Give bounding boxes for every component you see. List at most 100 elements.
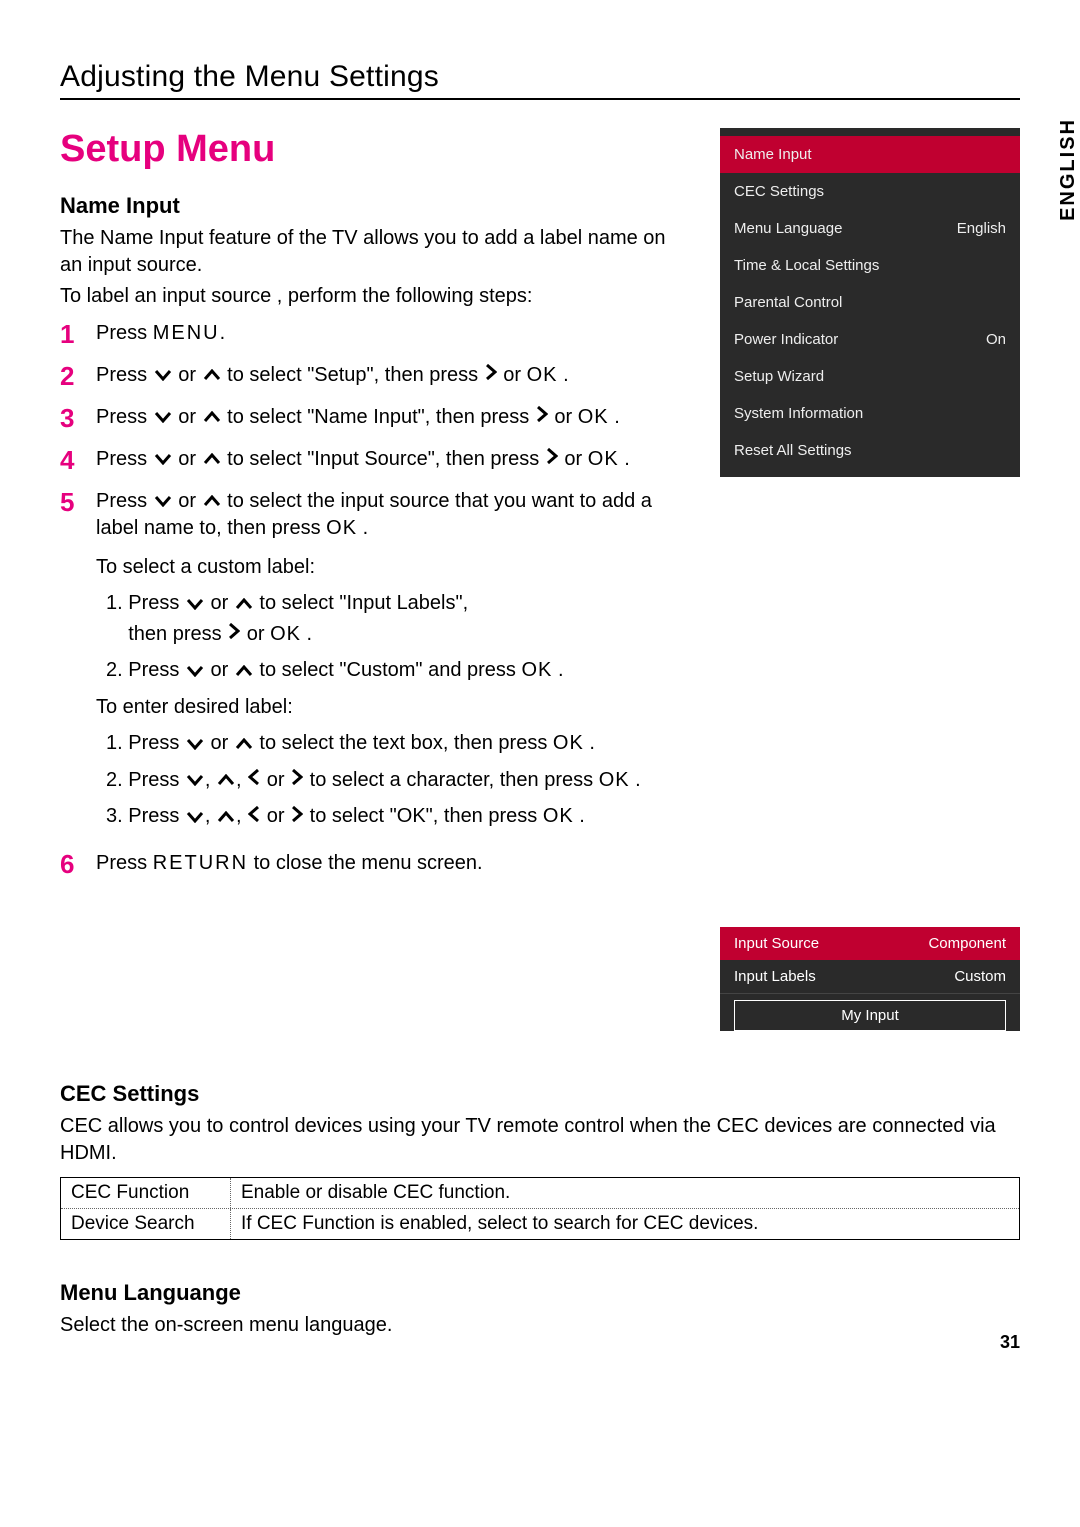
step-num: 5 <box>60 488 96 839</box>
text: or <box>173 448 202 470</box>
menu-row-label: Power Indicator <box>734 331 838 348</box>
custom-label-title: To select a custom label: <box>96 552 690 582</box>
text: or <box>173 490 202 512</box>
chevron-down-icon <box>186 729 204 759</box>
chevron-left-icon <box>248 802 260 832</box>
text: Press <box>96 448 153 470</box>
ok-key: OK <box>270 623 301 645</box>
ok-key: OK <box>326 517 357 539</box>
step-3: 3 Press or to select "Name Input", then … <box>60 404 690 434</box>
text: to select "Setup", then press <box>222 364 484 386</box>
step-6: 6 Press RETURN to close the menu screen. <box>60 850 690 880</box>
desired-label-title: To enter desired label: <box>96 692 690 722</box>
text: . <box>552 659 563 681</box>
cec-table: CEC FunctionEnable or disable CEC functi… <box>60 1177 1020 1240</box>
menu-row: Menu LanguageEnglish <box>720 210 1020 247</box>
main-title: Setup Menu <box>60 128 690 171</box>
text: 1. Press <box>106 592 185 614</box>
table-row: Device SearchIf CEC Function is enabled,… <box>61 1209 1019 1239</box>
chevron-right-icon <box>291 802 303 832</box>
chevron-up-icon <box>217 802 235 832</box>
text: Press <box>96 490 153 512</box>
chevron-up-icon <box>235 729 253 759</box>
panel-row-input-labels: Input Labels Custom <box>720 960 1020 994</box>
step-1: 1 Press MENU. <box>60 320 690 350</box>
text: Press <box>96 364 153 386</box>
step-2: 2 Press or to select "Setup", then press… <box>60 362 690 392</box>
label: Input Source <box>734 935 819 952</box>
menu-row-label: Time & Local Settings <box>734 257 879 274</box>
step-4: 4 Press or to select "Input Source", the… <box>60 446 690 476</box>
menu-row: Parental Control <box>720 284 1020 321</box>
text: Press <box>96 406 153 428</box>
text: , <box>205 769 216 791</box>
panel-row-input-source: Input Source Component <box>720 927 1020 960</box>
chevron-left-icon <box>248 765 260 795</box>
text: or <box>173 364 202 386</box>
ok-key: OK <box>588 448 619 470</box>
chevron-right-icon <box>291 765 303 795</box>
text: . <box>301 623 312 645</box>
menu-row: Name Input <box>720 136 1020 173</box>
step-num: 4 <box>60 446 96 476</box>
text: . <box>584 732 595 754</box>
menu-row: System Information <box>720 395 1020 432</box>
text: Press <box>96 852 153 874</box>
chevron-up-icon <box>203 362 221 389</box>
chevron-right-icon <box>536 404 548 431</box>
text: 2. Press <box>106 659 185 681</box>
text: . <box>630 769 641 791</box>
chevron-up-icon <box>235 589 253 619</box>
text: . <box>574 805 585 827</box>
text: or <box>261 805 290 827</box>
chevron-down-icon <box>186 656 204 686</box>
step-num: 3 <box>60 404 96 434</box>
text: or <box>498 364 527 386</box>
menu-row-value: On <box>986 331 1006 348</box>
text: . <box>609 406 620 428</box>
text: . <box>357 517 368 539</box>
step-num: 1 <box>60 320 96 350</box>
page-number: 31 <box>1000 1332 1020 1353</box>
input-textbox: My Input <box>734 1000 1006 1031</box>
text: or <box>559 448 588 470</box>
text: 2. Press <box>106 769 185 791</box>
text: , <box>205 805 216 827</box>
text: to select a character, then press <box>304 769 599 791</box>
chevron-down-icon <box>186 589 204 619</box>
label: Input Labels <box>734 968 816 985</box>
table-cell: Enable or disable CEC function. <box>231 1178 1019 1208</box>
step-num: 6 <box>60 850 96 880</box>
chevron-up-icon <box>203 446 221 473</box>
step-5: 5 Press or to select the input source th… <box>60 488 690 839</box>
menu-row-label: Name Input <box>734 146 812 163</box>
text: Press <box>96 322 153 344</box>
menu-row: Power Indicator On <box>720 321 1020 358</box>
chevron-down-icon <box>154 446 172 473</box>
chevron-down-icon <box>154 404 172 431</box>
ok-key: OK <box>599 769 630 791</box>
chevron-down-icon <box>154 362 172 389</box>
header-divider <box>60 98 1020 100</box>
chevron-up-icon <box>217 765 235 795</box>
chevron-up-icon <box>203 404 221 431</box>
text: to select "Custom" and press <box>254 659 522 681</box>
menu-row-label: Setup Wizard <box>734 368 824 385</box>
text: or <box>205 732 234 754</box>
chevron-down-icon <box>186 802 204 832</box>
table-row: CEC FunctionEnable or disable CEC functi… <box>61 1178 1019 1209</box>
ok-key: OK <box>521 659 552 681</box>
chevron-up-icon <box>203 488 221 515</box>
text: or <box>173 406 202 428</box>
text: to select "OK", then press <box>304 805 543 827</box>
text: 1. Press <box>106 732 185 754</box>
menu-row-label: System Information <box>734 405 863 422</box>
ok-key: OK <box>527 364 558 386</box>
section-title-name-input: Name Input <box>60 193 690 219</box>
text: , <box>236 805 247 827</box>
text: or <box>261 769 290 791</box>
menu-row-value: English <box>957 220 1006 237</box>
menu-key: MENU <box>153 322 220 344</box>
text: , <box>236 769 247 791</box>
text: to select "Input Source", then press <box>222 448 545 470</box>
